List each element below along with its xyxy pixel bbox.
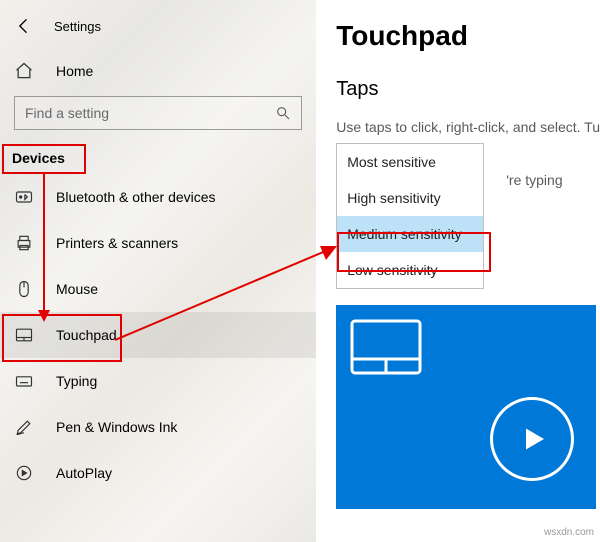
sidebar: Settings Home Devices Bluetooth & other …	[0, 0, 316, 542]
bt-icon	[14, 187, 34, 207]
home-icon	[14, 61, 34, 81]
sidebar-item-autoplay[interactable]: AutoPlay	[0, 450, 316, 496]
pen-icon	[14, 417, 34, 437]
watermark: wsxdn.com	[544, 527, 594, 538]
sidebar-item-label: Pen & Windows Ink	[56, 419, 177, 435]
mouse-icon	[14, 279, 34, 299]
search-icon	[275, 105, 291, 121]
play-button[interactable]	[490, 397, 574, 481]
keyboard-icon	[14, 371, 34, 391]
home-label: Home	[56, 63, 93, 79]
nav-list: Bluetooth & other devices Printers & scan…	[0, 174, 316, 496]
video-tile[interactable]	[336, 305, 596, 509]
search-container	[0, 94, 316, 140]
main-pane: Touchpad Taps Use taps to click, right-c…	[316, 0, 600, 542]
help-text-2: 're typing	[506, 172, 562, 188]
sidebar-item-bluetooth-other-devices[interactable]: Bluetooth & other devices	[0, 174, 316, 220]
sidebar-item-label: Touchpad	[56, 327, 117, 343]
dropdown-option-most-sensitive[interactable]: Most sensitive	[337, 144, 483, 180]
sidebar-item-pen-windows-ink[interactable]: Pen & Windows Ink	[0, 404, 316, 450]
sensitivity-dropdown[interactable]: Most sensitiveHigh sensitivityMedium sen…	[336, 143, 484, 289]
sidebar-item-label: Typing	[56, 373, 97, 389]
touchpad-glyph-icon	[350, 319, 422, 375]
dropdown-option-medium-sensitivity[interactable]: Medium sensitivity	[337, 216, 483, 252]
sidebar-item-touchpad[interactable]: Touchpad	[0, 312, 316, 358]
dropdown-option-low-sensitivity[interactable]: Low sensitivity	[337, 252, 483, 288]
sidebar-item-printers-scanners[interactable]: Printers & scanners	[0, 220, 316, 266]
dropdown-option-high-sensitivity[interactable]: High sensitivity	[337, 180, 483, 216]
help-text: Use taps to click, right-click, and sele…	[336, 119, 600, 135]
sidebar-item-label: Bluetooth & other devices	[56, 189, 216, 205]
search-box[interactable]	[14, 96, 302, 130]
settings-title: Settings	[54, 19, 101, 34]
sidebar-item-label: Printers & scanners	[56, 235, 178, 251]
printer-icon	[14, 233, 34, 253]
sidebar-item-label: AutoPlay	[56, 465, 112, 481]
page-title: Touchpad	[336, 20, 600, 52]
home-nav[interactable]: Home	[0, 48, 316, 94]
touchpad-icon	[14, 325, 34, 345]
search-input[interactable]	[25, 105, 275, 121]
sidebar-item-typing[interactable]: Typing	[0, 358, 316, 404]
autoplay-icon	[14, 463, 34, 483]
sidebar-item-label: Mouse	[56, 281, 98, 297]
section-header-devices: Devices	[0, 142, 316, 174]
section-title-taps: Taps	[336, 78, 600, 101]
sidebar-item-mouse[interactable]: Mouse	[0, 266, 316, 312]
header-row: Settings	[0, 4, 316, 48]
back-icon[interactable]	[14, 16, 34, 36]
